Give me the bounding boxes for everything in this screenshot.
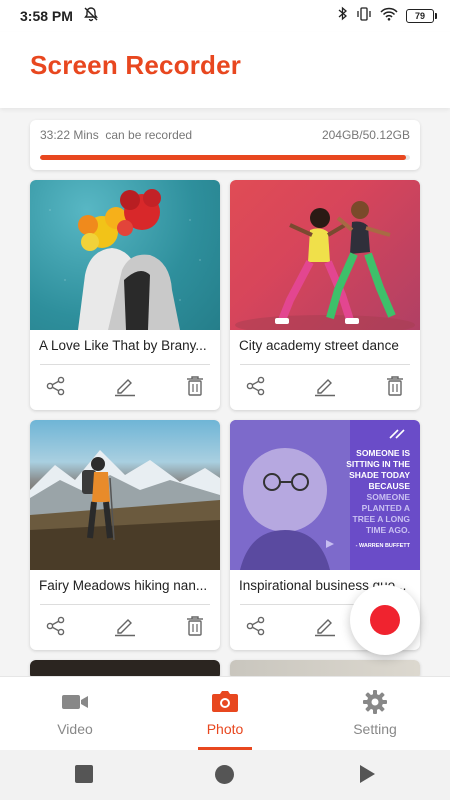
recordable-time: 33:22 Mins: [40, 128, 99, 142]
card-caption: Fairy Meadows hiking nan...: [39, 578, 208, 593]
card-caption: A Love Like That by Brany...: [39, 338, 207, 353]
media-card[interactable]: City academy street dance: [230, 180, 420, 410]
nav-setting[interactable]: Setting: [300, 677, 450, 751]
nav-label-video: Video: [57, 721, 93, 737]
app-header: Screen Recorder: [0, 32, 450, 108]
thumbnail-photo[interactable]: [230, 180, 420, 330]
nav-label-setting: Setting: [353, 721, 397, 737]
thumbnail-quote[interactable]: SOMEONE IS SITTING IN THE SHADE TODAY BE…: [230, 420, 420, 570]
mute-bell-icon: [83, 6, 99, 27]
nav-label-photo: Photo: [206, 721, 244, 737]
edit-icon[interactable]: [311, 372, 339, 400]
vibrate-icon: [356, 6, 372, 26]
delete-icon[interactable]: [181, 372, 209, 400]
status-time: 3:58 PM: [20, 8, 73, 24]
quote-line-3: SHADE TODAY: [349, 470, 410, 480]
share-icon[interactable]: [242, 372, 270, 400]
screen: { "status_bar": { "time": "3:58 PM", "ba…: [0, 0, 450, 800]
card-actions: [30, 372, 220, 404]
gear-icon: [300, 687, 450, 717]
back-icon[interactable]: [358, 764, 376, 789]
bottom-navigation: Video Photo Setting: [0, 676, 450, 750]
card-actions: [230, 372, 420, 404]
recordable-time-text: 33:22 Mins can be recorded: [40, 128, 192, 142]
home-icon[interactable]: [214, 764, 235, 790]
media-card[interactable]: Fairy Meadows hiking nan...: [30, 420, 220, 650]
thumbnail-photo[interactable]: [30, 420, 220, 570]
quote-highlight-3: TREE A LONG: [353, 514, 411, 524]
quote-line-4: BECAUSE: [368, 481, 410, 491]
delete-icon[interactable]: [181, 612, 209, 640]
nav-photo[interactable]: Photo: [150, 677, 300, 751]
video-camera-icon: [0, 687, 150, 717]
system-navigation-bar: [0, 750, 450, 800]
edit-icon[interactable]: [111, 372, 139, 400]
app-title: Screen Recorder: [30, 50, 242, 80]
edit-icon[interactable]: [311, 612, 339, 640]
nav-video[interactable]: Video: [0, 677, 150, 751]
battery-indicator: 79: [406, 9, 437, 23]
card-divider: [40, 364, 210, 365]
record-button[interactable]: [350, 585, 420, 655]
quote-line-1: SOMEONE IS: [356, 448, 410, 458]
quote-highlight-1: SOMEONE: [367, 492, 411, 502]
delete-icon[interactable]: [381, 372, 409, 400]
quote-highlight-4: TIME AGO.: [366, 525, 410, 535]
wifi-icon: [380, 7, 398, 26]
edit-icon[interactable]: [111, 612, 139, 640]
card-actions: [30, 612, 220, 644]
record-icon: [370, 605, 400, 635]
bluetooth-icon: [338, 6, 348, 26]
storage-card: 33:22 Mins can be recorded 204GB/50.12GB: [30, 120, 420, 170]
storage-progress-fill: [40, 155, 407, 160]
share-icon[interactable]: [242, 612, 270, 640]
share-icon[interactable]: [42, 372, 70, 400]
recents-icon[interactable]: [74, 764, 94, 789]
card-divider: [240, 364, 410, 365]
storage-progress-bar: [40, 155, 410, 160]
media-card[interactable]: A Love Like That by Brany...: [30, 180, 220, 410]
share-icon[interactable]: [42, 612, 70, 640]
card-divider: [40, 604, 210, 605]
recordable-suffix: can be recorded: [105, 128, 193, 142]
card-caption: City academy street dance: [239, 338, 399, 353]
camera-icon: [150, 687, 300, 717]
storage-size: 204GB/50.12GB: [321, 128, 410, 142]
thumbnail-illustration[interactable]: [30, 180, 220, 330]
quote-line-2: SITTING IN THE: [346, 459, 410, 469]
quote-highlight-2: PLANTED A: [362, 503, 410, 513]
quote-author: - WARREN BUFFETT: [356, 543, 411, 549]
status-bar: 3:58 PM 79: [0, 0, 450, 32]
